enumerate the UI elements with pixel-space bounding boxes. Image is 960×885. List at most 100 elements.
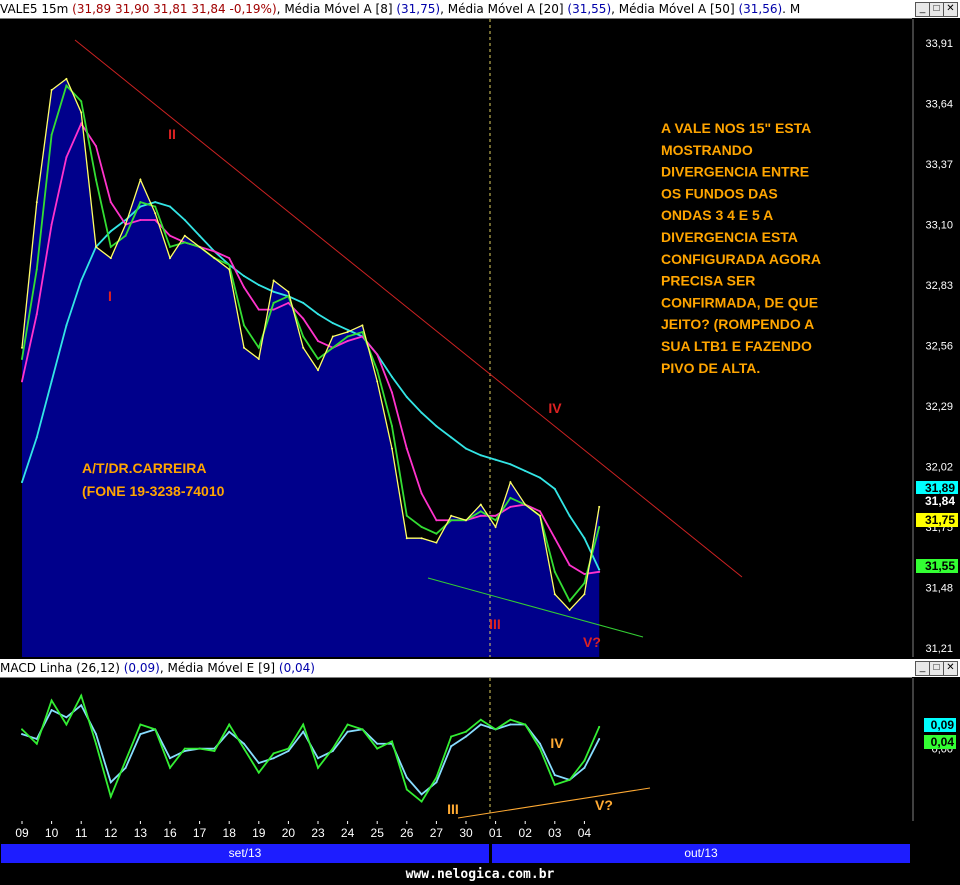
ma50-point xyxy=(198,234,201,237)
close-point xyxy=(109,257,112,260)
close-point xyxy=(169,257,171,260)
macd-point xyxy=(169,757,171,760)
macd-chart[interactable]: 0,00 0,090,04 IIIIVV? xyxy=(0,678,960,821)
annotation-line: CONFIRMADA, DE QUE xyxy=(661,294,818,310)
close-point xyxy=(124,223,127,226)
close-point xyxy=(198,245,201,248)
ma50-point xyxy=(524,469,527,472)
annotation-line: ONDAS 3 4 E 5 A xyxy=(661,207,773,223)
price-tick-label: 33,91 xyxy=(925,38,953,50)
ma8-point xyxy=(169,245,171,248)
ma20-point xyxy=(376,353,379,356)
macd-point xyxy=(257,771,260,774)
minimize-button[interactable]: _ xyxy=(915,2,930,17)
price-tag: 31,89 xyxy=(916,481,958,495)
macd-point xyxy=(524,723,527,726)
close-button[interactable]: ✕ xyxy=(943,2,958,17)
maximize-button[interactable]: □ xyxy=(929,2,944,17)
x-tick-label: 02 xyxy=(519,826,533,840)
annotation-line: SUA LTB1 E FAZENDO xyxy=(661,338,812,354)
month-out: out/13 xyxy=(492,844,910,863)
macd-point xyxy=(568,778,571,781)
ma50-point xyxy=(405,396,408,399)
ma8-point xyxy=(302,335,305,338)
svg-text:31,84: 31,84 xyxy=(925,494,955,508)
macd-point xyxy=(183,747,186,750)
ma8-point xyxy=(124,234,127,237)
macd-wave-label: V? xyxy=(595,797,613,813)
price-panel[interactable]: VALE5 15m (31,89 31,90 31,81 31,84 -0,19… xyxy=(0,0,960,657)
macd-point xyxy=(287,750,290,752)
close-point xyxy=(524,503,527,506)
macd-tag: 0,09 xyxy=(924,718,956,732)
ma8-point xyxy=(420,526,423,528)
close-point xyxy=(479,503,482,506)
macd-point xyxy=(346,730,349,733)
macd-point xyxy=(124,766,127,769)
macd-value: (0,09) xyxy=(123,661,160,675)
ma20-point xyxy=(583,573,586,576)
ma50-point xyxy=(50,380,53,383)
footer-url[interactable]: www.nelogica.com.br xyxy=(0,864,960,885)
ma8-point xyxy=(80,100,83,103)
x-tick-label: 27 xyxy=(430,826,444,840)
ma20-point xyxy=(139,219,142,222)
macd-point xyxy=(420,793,423,796)
macd-maximize-button[interactable]: □ xyxy=(929,661,944,676)
ma8-point xyxy=(361,331,364,334)
price-tick-label: 32,29 xyxy=(925,401,953,413)
price-chart[interactable]: 33,91 33,64 33,37 33,10 32,83 32,56 32,29 32,02… xyxy=(0,19,960,657)
macd-point xyxy=(391,740,393,743)
x-tick-label: 19 xyxy=(252,826,266,840)
macd-point xyxy=(598,737,601,740)
svg-text:0,09: 0,09 xyxy=(931,718,955,732)
close-point xyxy=(435,541,438,544)
ma50-point xyxy=(21,481,23,484)
price-tick-label: 32,83 xyxy=(925,280,953,292)
close-point xyxy=(539,514,541,517)
macd-point xyxy=(435,781,438,784)
macd-point xyxy=(346,723,349,726)
ma20-point xyxy=(257,308,260,311)
ma20-point xyxy=(405,447,408,450)
month-set: set/13 xyxy=(1,844,489,863)
close-point xyxy=(420,537,423,540)
macd-point xyxy=(257,762,260,765)
macd-point xyxy=(479,723,482,726)
ma50-point xyxy=(553,487,556,490)
ma20-point xyxy=(539,510,541,513)
annotation-line: JEITO? (ROMPENDO A xyxy=(661,316,814,332)
close-point xyxy=(405,537,408,540)
ma8-point xyxy=(272,301,275,304)
macd-panel[interactable]: MACD Linha (26,12) (0,09), Média Móvel E… xyxy=(0,659,960,821)
ma50-value: (31,56) xyxy=(738,2,783,16)
close-point xyxy=(583,593,586,596)
macd-point xyxy=(509,718,512,721)
close-point xyxy=(139,178,142,181)
ma50-point xyxy=(183,219,186,222)
macd-point xyxy=(465,730,467,733)
ma8-point xyxy=(568,599,571,602)
macd-point xyxy=(213,750,216,752)
x-tick-label: 16 xyxy=(163,826,177,840)
ma8-point xyxy=(450,519,453,522)
ma50-point xyxy=(109,230,112,233)
ma50-point xyxy=(583,537,586,540)
macd-minimize-button[interactable]: _ xyxy=(915,661,930,676)
macd-close-button[interactable]: ✕ xyxy=(943,661,958,676)
close-point xyxy=(553,593,556,596)
macd-line xyxy=(21,693,601,803)
svg-text:31,89: 31,89 xyxy=(925,481,955,495)
ma8-value: (31,75) xyxy=(396,2,441,16)
macd-point xyxy=(124,759,127,762)
ma20-value: (31,55) xyxy=(567,2,612,16)
macd-point xyxy=(420,800,423,803)
macd-point xyxy=(95,742,97,745)
ma50-point xyxy=(450,436,453,439)
annotation-line: DIVERGENCIA ESTA xyxy=(661,229,798,245)
ma8-point xyxy=(331,346,334,349)
ma8-point xyxy=(50,133,53,136)
close-point xyxy=(346,331,349,334)
macd-point xyxy=(553,783,556,786)
price-tick-label: 33,37 xyxy=(925,159,953,171)
